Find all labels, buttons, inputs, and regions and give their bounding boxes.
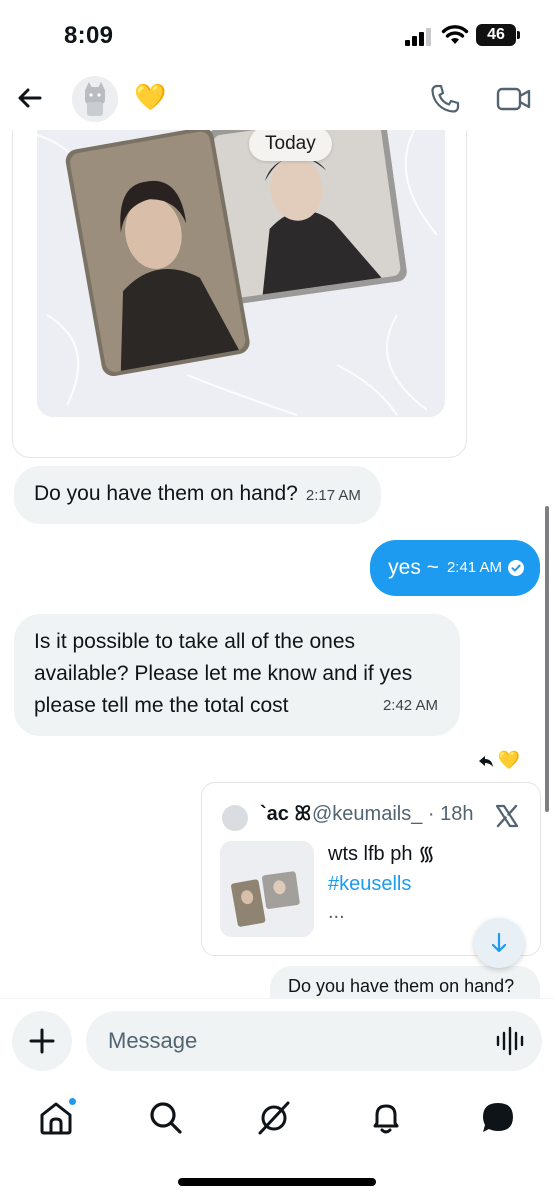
outgoing-message[interactable]: yes ~ 2:41 AM (370, 540, 540, 596)
search-icon (150, 1102, 182, 1134)
nav-search[interactable] (146, 1098, 186, 1138)
reply-preview-text: Do you have them on hand? (288, 976, 515, 996)
avatar[interactable] (72, 76, 118, 122)
image-message[interactable]: Today (12, 130, 467, 458)
message-text: Is it possible to take all of the ones a… (34, 630, 413, 717)
post-author-avatar[interactable] (222, 805, 248, 831)
arrow-down-icon (491, 932, 507, 953)
post-hashtag-link[interactable]: #keusells (328, 869, 411, 899)
messages-icon (483, 1103, 513, 1132)
plus-icon (29, 1028, 55, 1054)
status-time: 8:09 (64, 22, 114, 49)
post-thumbnail-picture (220, 841, 314, 937)
read-check-icon (508, 560, 524, 576)
x-logo-icon (495, 804, 519, 828)
photocard-picture (37, 130, 445, 417)
voice-wave-icon[interactable] (494, 1025, 526, 1057)
bottom-navigation (0, 1082, 554, 1200)
message-timestamp: 2:41 AM (446, 559, 502, 576)
post-text: wts lfb ph ᯾ (328, 843, 436, 865)
date-divider-pill: Today (249, 130, 332, 161)
post-thumbnail[interactable] (220, 841, 314, 937)
incoming-message[interactable]: Is it possible to take all of the ones a… (14, 614, 460, 736)
status-bar: 8:09 46 (0, 0, 554, 70)
scroll-to-bottom-button[interactable] (474, 918, 524, 968)
post-author-handle: @keumails_ · 18h (312, 803, 474, 825)
message-timestamp: 2:42 AM (382, 697, 438, 714)
add-attachment-button[interactable] (12, 1011, 72, 1071)
post-truncation: ... (328, 901, 345, 923)
wifi-icon (441, 25, 469, 44)
message-text: yes ~ (388, 556, 439, 579)
nav-notifications[interactable] (366, 1098, 406, 1138)
display-name-emoji[interactable]: 💛 (134, 82, 166, 112)
battery-indicator: 46 (476, 24, 520, 46)
message-input[interactable] (86, 1011, 542, 1071)
nav-home[interactable] (36, 1096, 78, 1138)
reaction-emoji: 💛 (497, 750, 520, 770)
avatar-figure-icon (72, 76, 118, 122)
video-call-icon[interactable] (496, 84, 532, 114)
message-text: Do you have them on hand? (34, 482, 298, 505)
message-composer (0, 998, 554, 1082)
conversation-header: 💛 (0, 70, 554, 130)
back-arrow-icon[interactable] (14, 82, 46, 114)
home-indicator (178, 1178, 376, 1186)
reply-preview-bubble[interactable]: Do you have them on hand? (270, 966, 540, 998)
message-timestamp: 2:17 AM (305, 487, 361, 504)
nav-messages[interactable] (478, 1098, 518, 1138)
grok-icon (258, 1101, 290, 1135)
message-reactions[interactable]: 💛 (478, 750, 520, 771)
reply-icon[interactable] (478, 754, 494, 768)
bell-icon (373, 1104, 399, 1134)
scrollbar[interactable] (545, 506, 549, 812)
notification-dot (67, 1096, 78, 1107)
incoming-message[interactable]: Do you have them on hand? 2:17 AM (14, 466, 381, 524)
signal-icon (405, 28, 435, 46)
photocard-image[interactable] (37, 130, 445, 417)
phone-icon[interactable] (428, 82, 462, 116)
message-list[interactable]: Today Do you have them on hand? 2:17 AM y… (0, 130, 554, 998)
post-author-name: `ac ꕤ (260, 803, 312, 825)
nav-grok[interactable] (254, 1098, 294, 1138)
